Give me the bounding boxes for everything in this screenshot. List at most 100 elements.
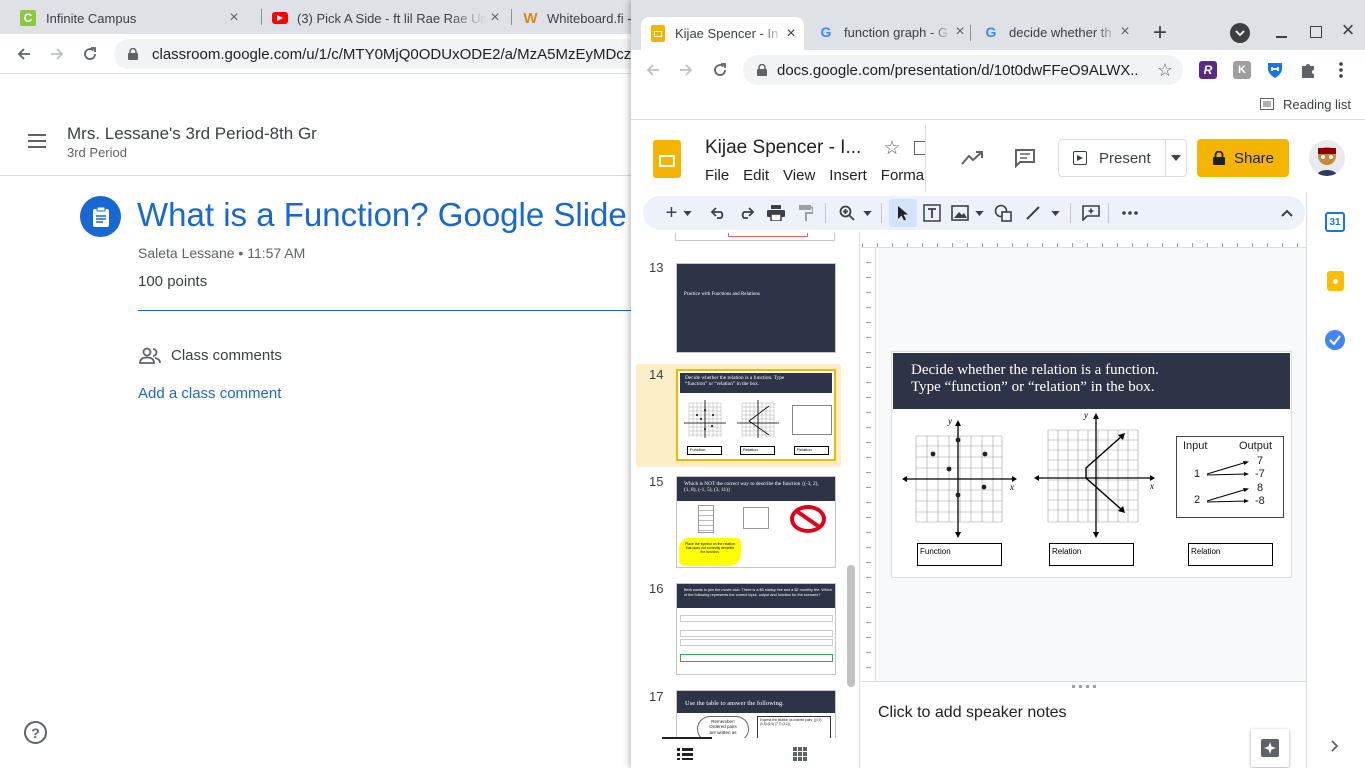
extensions-puzzle-icon[interactable] xyxy=(1298,60,1318,80)
activity-trend-icon[interactable] xyxy=(959,145,985,171)
reload-icon[interactable] xyxy=(78,42,102,66)
zoom-button[interactable] xyxy=(834,200,876,226)
graph-v-shape: x y xyxy=(1034,410,1155,538)
left-tab-infinite-campus[interactable]: C Infinite Campus × xyxy=(8,4,260,32)
new-tab-plus-icon[interactable]: + xyxy=(1147,19,1173,46)
close-icon[interactable]: × xyxy=(783,25,799,42)
undo-icon[interactable] xyxy=(705,200,731,226)
forward-arrow-icon[interactable] xyxy=(674,58,698,82)
slide-thumbnail-16[interactable]: Beth wants to join the movie club. There… xyxy=(676,583,836,675)
slide-title: Beth wants to join the movie club. There… xyxy=(684,588,832,597)
menu-view[interactable]: View xyxy=(783,167,815,187)
points: 100 points xyxy=(138,273,208,290)
share-label: Share xyxy=(1233,149,1275,167)
hamburger-menu-icon[interactable] xyxy=(24,129,50,153)
mini-answer-box: Relation xyxy=(740,446,775,455)
close-icon[interactable]: × xyxy=(487,9,503,26)
add-comment-icon[interactable] xyxy=(1078,200,1104,226)
close-window-icon[interactable]: × xyxy=(1337,17,1359,42)
url-text: classroom.google.com/u/1/c/MTY0MjQ0ODUxO… xyxy=(152,45,632,63)
class-name[interactable]: Mrs. Lessane's 3rd Period-8th Gr xyxy=(67,124,317,144)
doc-title[interactable]: Kijae Spencer - I... xyxy=(705,137,861,159)
plus-icon: + xyxy=(665,201,678,224)
bookmark-star-icon[interactable]: ☆ xyxy=(1154,59,1176,81)
keep-icon[interactable] xyxy=(1327,271,1344,291)
left-tab-youtube[interactable]: (3) Pick A Side - ft lil Rae Rae Un × xyxy=(262,4,512,32)
forward-arrow-icon[interactable] xyxy=(45,42,69,66)
close-icon[interactable]: × xyxy=(952,23,968,40)
extension-shield-icon[interactable] xyxy=(1265,60,1285,80)
reading-list-button[interactable]: Reading list xyxy=(1259,96,1351,112)
star-icon[interactable]: ☆ xyxy=(881,137,903,159)
close-icon[interactable]: × xyxy=(226,9,242,26)
add-comment-link[interactable]: Add a class comment xyxy=(138,385,281,402)
chevron-down-icon[interactable] xyxy=(1166,148,1186,168)
answer-box-relation[interactable]: Relation xyxy=(1188,543,1273,566)
shape-icon[interactable] xyxy=(990,200,1016,226)
slide-title: Practice with Functions and Relations xyxy=(684,292,760,297)
reading-list-icon xyxy=(1259,96,1275,112)
reload-icon[interactable] xyxy=(708,58,732,82)
tab-title: decide whether th xyxy=(1009,24,1112,40)
right-tab-slides[interactable]: Kijae Spencer - In × xyxy=(641,17,804,50)
filmstrip-scrollbar[interactable] xyxy=(847,565,855,687)
print-icon[interactable] xyxy=(763,200,789,226)
tab-divider xyxy=(970,25,971,41)
avatar[interactable] xyxy=(1309,140,1345,176)
explore-sparkle-icon[interactable] xyxy=(1251,729,1289,767)
address-bar[interactable]: docs.google.com/presentation/d/10t0dwFFe… xyxy=(743,55,1183,85)
expand-panel-chevron-icon[interactable] xyxy=(1325,736,1345,756)
chrome-menu-icon[interactable] xyxy=(1333,60,1349,80)
vertical-ruler xyxy=(861,248,876,681)
people-icon xyxy=(138,346,162,366)
slide-thumbnail-13[interactable]: Practice with Functions and Relations xyxy=(676,263,836,353)
speaker-notes[interactable]: Click to add speaker notes xyxy=(878,704,1067,722)
google-icon: G xyxy=(820,24,832,40)
menu-insert[interactable]: Insert xyxy=(829,167,867,187)
menu-format[interactable]: Forma xyxy=(881,167,924,187)
menu-edit[interactable]: Edit xyxy=(743,167,769,187)
mapping-diagram: Input Output 1 2 7 -7 8 -8 xyxy=(1176,436,1284,518)
maximize-icon[interactable] xyxy=(1305,21,1327,43)
filmstrip-view-icon[interactable] xyxy=(676,745,694,763)
redo-icon[interactable] xyxy=(734,200,760,226)
paint-format-icon[interactable] xyxy=(793,200,819,226)
share-button[interactable]: Share xyxy=(1197,139,1289,177)
main-slide[interactable]: Decide whether the relation is a functio… xyxy=(892,352,1291,577)
minimize-icon[interactable] xyxy=(1270,22,1292,44)
select-cursor-icon[interactable] xyxy=(889,199,917,227)
left-tab-whiteboard[interactable]: W Whiteboard.fi - xyxy=(512,4,632,32)
back-arrow-icon[interactable] xyxy=(12,42,36,66)
help-icon[interactable]: ? xyxy=(24,721,47,744)
close-icon[interactable]: × xyxy=(1117,23,1133,40)
slide-thumbnail-15[interactable]: Which is NOT the correct way to describe… xyxy=(676,476,836,568)
extension-r-icon[interactable]: R xyxy=(1199,61,1217,79)
menu-file[interactable]: File xyxy=(705,167,729,187)
tasks-icon[interactable] xyxy=(1325,330,1345,350)
answer-box-relation[interactable]: Relation xyxy=(1049,543,1134,566)
present-button[interactable]: Present xyxy=(1058,139,1187,177)
drag-handle-icon[interactable] xyxy=(1071,684,1096,688)
more-options-icon[interactable] xyxy=(1117,200,1143,226)
line-button[interactable] xyxy=(1020,200,1064,226)
move-folder-icon[interactable] xyxy=(914,141,925,155)
slide-thumbnail-14[interactable]: Decide whether the relation is a functio… xyxy=(676,369,836,461)
grid-view-icon[interactable] xyxy=(791,745,809,763)
right-tab-function-graph[interactable]: G function graph - G × xyxy=(810,17,970,47)
collapse-chevron-up-icon[interactable] xyxy=(1274,200,1300,226)
address-bar[interactable]: classroom.google.com/u/1/c/MTY0MjQ0ODUxO… xyxy=(114,39,644,69)
new-slide-button[interactable]: + xyxy=(657,200,701,226)
image-icon xyxy=(950,205,969,221)
calendar-icon[interactable]: 31 xyxy=(1325,212,1345,232)
answer-box-function[interactable]: Function xyxy=(917,543,1002,566)
extension-k-icon[interactable]: K xyxy=(1233,61,1251,79)
tab-search-icon[interactable] xyxy=(1230,23,1250,43)
text-box-icon[interactable] xyxy=(919,200,945,226)
image-button[interactable] xyxy=(948,200,986,226)
comment-icon[interactable] xyxy=(1012,145,1038,171)
google-icon: G xyxy=(985,24,997,40)
slide-thumbnail-17[interactable]: Use the table to answer the following. R… xyxy=(676,690,836,740)
right-tab-decide[interactable]: G decide whether th × xyxy=(975,17,1135,47)
back-arrow-icon[interactable] xyxy=(641,58,665,82)
google-slides-logo-icon[interactable] xyxy=(653,140,681,178)
